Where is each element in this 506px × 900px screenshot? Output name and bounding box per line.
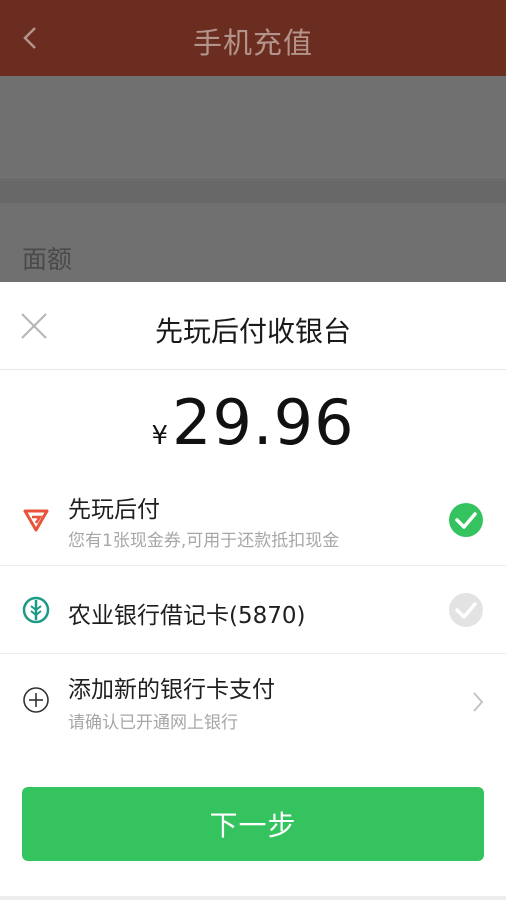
app-header: 手机充值 bbox=[0, 0, 506, 76]
payment-option-abc-debit-card[interactable]: 农业银行借记卡(5870) bbox=[0, 566, 506, 654]
page-title: 手机充值 bbox=[192, 26, 313, 60]
option-label: 农业银行借记卡(5870) bbox=[68, 603, 306, 629]
option-label: 先玩后付 bbox=[68, 497, 160, 523]
payment-option-add-bank-card[interactable]: 添加新的银行卡支付 请确认已开通网上银行 bbox=[0, 654, 506, 754]
bottom-divider bbox=[0, 896, 506, 900]
denomination-label: 面额 bbox=[22, 245, 73, 274]
xianwanhoufu-logo-icon bbox=[23, 509, 49, 532]
option-sublabel: 您有1张现金券,可用于还款抵扣现金 bbox=[68, 531, 340, 551]
sheet-header: 先玩后付收银台 bbox=[0, 282, 506, 370]
section-divider bbox=[0, 181, 506, 203]
next-step-button[interactable]: 下一步 bbox=[22, 787, 484, 861]
cashier-sheet: 先玩后付收银台 ¥29.96 先玩后付 您有1张现金券,可用于还款抵扣现金 农业… bbox=[0, 282, 506, 900]
payment-amount: ¥29.96 bbox=[0, 386, 506, 459]
option-sublabel: 请确认已开通网上银行 bbox=[68, 713, 238, 733]
check-circle-icon bbox=[449, 593, 483, 627]
currency-symbol: ¥ bbox=[151, 421, 169, 451]
phone-input-row[interactable] bbox=[0, 76, 506, 214]
option-label: 添加新的银行卡支付 bbox=[68, 677, 275, 703]
denomination-section bbox=[0, 203, 506, 283]
abc-bank-logo-icon bbox=[22, 596, 50, 624]
add-circle-icon bbox=[23, 687, 49, 713]
amount-value: 29.96 bbox=[172, 386, 355, 459]
payment-option-xianwanhoufu[interactable]: 先玩后付 您有1张现金券,可用于还款抵扣现金 bbox=[0, 478, 506, 566]
sheet-title: 先玩后付收银台 bbox=[154, 315, 351, 348]
chevron-right-icon bbox=[473, 692, 484, 712]
check-circle-icon bbox=[449, 503, 483, 537]
